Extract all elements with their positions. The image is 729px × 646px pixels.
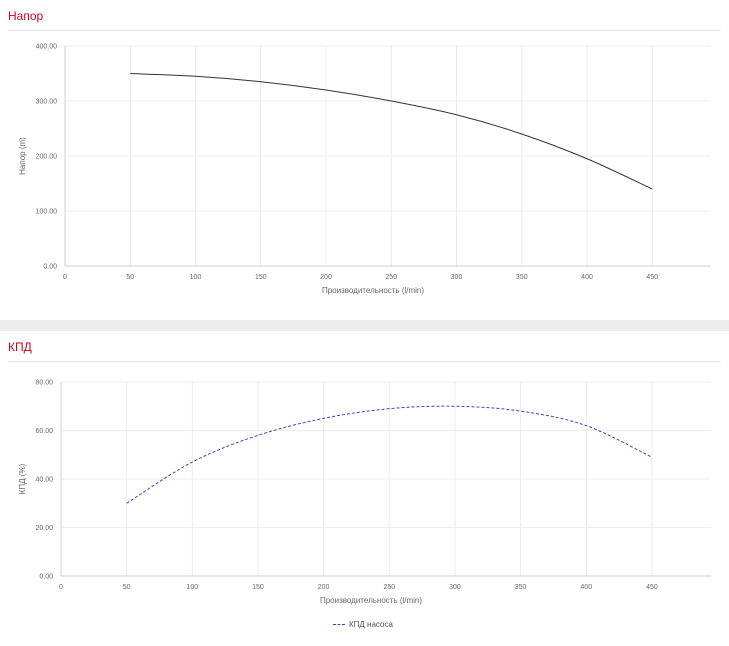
efficiency-y-tick-label: 0.00 <box>39 574 53 581</box>
panel-separator <box>0 320 729 331</box>
efficiency-x-tick-label: 250 <box>383 584 395 591</box>
head-data-point[interactable] <box>649 186 655 192</box>
efficiency-y-tick-label: 60.00 <box>35 428 53 435</box>
efficiency-data-point[interactable] <box>321 415 327 421</box>
head-x-tick-label: 100 <box>190 274 202 281</box>
head-x-tick-label: 200 <box>320 274 332 281</box>
efficiency-x-tick-label: 400 <box>580 584 592 591</box>
efficiency-chart-panel: КПД 0 50 100 150 200 250 300 350 400 450 0.00 20.00… <box>0 331 729 646</box>
efficiency-y-tick-label: 40.00 <box>35 477 53 484</box>
head-data-point[interactable] <box>193 73 199 79</box>
head-data-point[interactable] <box>519 131 525 137</box>
head-data-point[interactable] <box>388 98 394 104</box>
head-data-point[interactable] <box>584 156 590 162</box>
head-y-tick-label: 200.00 <box>36 154 58 161</box>
head-data-point[interactable] <box>127 71 133 77</box>
efficiency-x-tick-label: 150 <box>252 584 264 591</box>
efficiency-data-point[interactable] <box>386 406 392 412</box>
head-y-tick-label: 0.00 <box>43 264 57 271</box>
legend-swatch-dashed <box>333 624 345 625</box>
efficiency-x-tick-label: 0 <box>59 584 63 591</box>
head-y-tick-label: 400.00 <box>36 44 58 51</box>
head-y-tick-label: 300.00 <box>36 99 58 106</box>
efficiency-y-tick-label: 80.00 <box>35 380 53 387</box>
head-data-point[interactable] <box>323 87 329 93</box>
efficiency-y-axis-title: КПД (%) <box>18 463 27 494</box>
head-x-tick-label: 50 <box>126 274 134 281</box>
head-x-tick-label: 350 <box>516 274 528 281</box>
efficiency-data-point[interactable] <box>255 432 261 438</box>
head-x-tick-label: 250 <box>385 274 397 281</box>
head-y-tick-label: 100.00 <box>36 209 58 216</box>
efficiency-data-point[interactable] <box>189 459 195 465</box>
efficiency-data-point[interactable] <box>649 454 655 460</box>
head-data-point[interactable] <box>258 79 264 85</box>
efficiency-data-point[interactable] <box>518 408 524 414</box>
head-x-axis-title: Производительность (l/min) <box>322 286 424 295</box>
efficiency-chart: 0 50 100 150 200 250 300 350 400 450 0.00 20.00 40.0… <box>18 380 711 605</box>
efficiency-x-tick-label: 50 <box>123 584 131 591</box>
efficiency-x-tick-label: 100 <box>186 584 198 591</box>
head-x-tick-label: 150 <box>255 274 267 281</box>
efficiency-x-tick-label: 350 <box>515 584 527 591</box>
head-x-tick-label: 300 <box>451 274 463 281</box>
efficiency-x-tick-label: 200 <box>318 584 330 591</box>
legend-label: КПД насоса <box>349 620 393 629</box>
head-x-tick-label: 400 <box>581 274 593 281</box>
head-chart-panel: Напор 0 50 100 150 200 250 300 350 400 450 0.00 100… <box>0 0 729 320</box>
head-x-tick-label: 0 <box>63 274 67 281</box>
efficiency-y-tick-label: 20.00 <box>35 525 53 532</box>
efficiency-x-tick-label: 300 <box>449 584 461 591</box>
head-chart: 0 50 100 150 200 250 300 350 400 450 0.00 100.00 200… <box>18 44 711 295</box>
chart-legend[interactable]: КПД насоса <box>333 620 393 629</box>
efficiency-x-tick-label: 450 <box>646 584 658 591</box>
head-data-point[interactable] <box>454 112 460 118</box>
efficiency-x-axis-title: Производительность (l/min) <box>320 596 422 605</box>
efficiency-data-point[interactable] <box>583 423 589 429</box>
efficiency-data-point[interactable] <box>452 403 458 409</box>
efficiency-data-point[interactable] <box>124 500 130 506</box>
head-y-axis-title: Напор (m) <box>18 137 27 175</box>
head-x-tick-label: 450 <box>646 274 658 281</box>
